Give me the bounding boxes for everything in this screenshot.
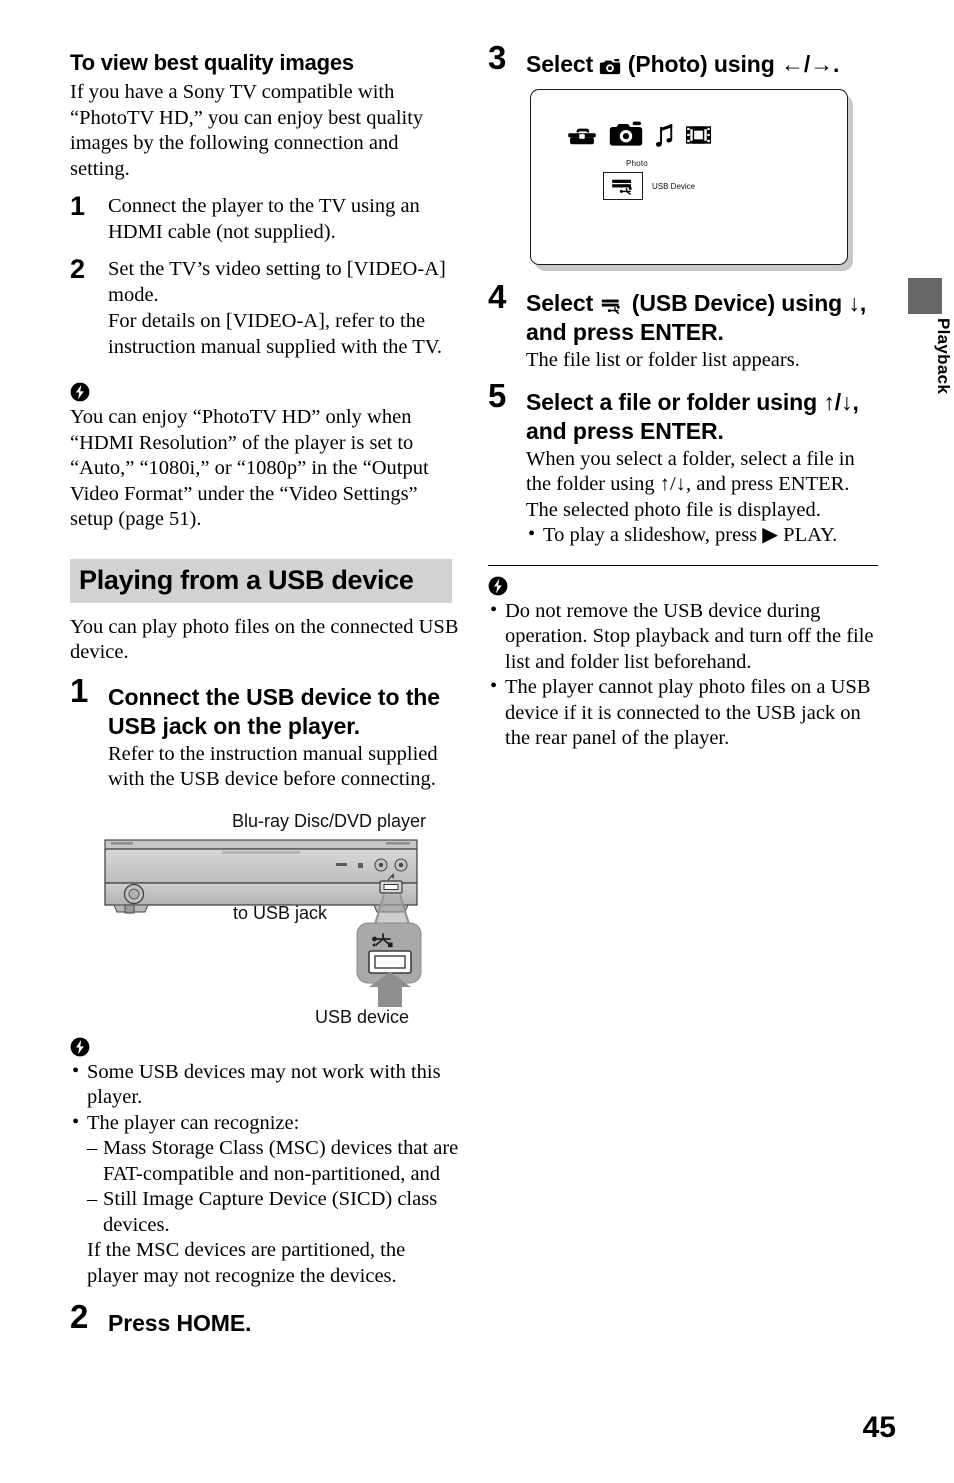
photo-camera-icon[interactable]: [608, 120, 644, 147]
note-block-2: Some USB devices may not work with this …: [70, 1037, 460, 1290]
photo-menu-label: Photo: [626, 159, 648, 168]
step-item: 3 Select (Photo) using ←/→.: [488, 41, 878, 79]
diagram-caption-device: USB device: [315, 1006, 410, 1027]
photo-camera-icon: [600, 59, 621, 75]
section-intro: You can play photo files on the connecte…: [70, 615, 459, 664]
step-heading: Select (Photo) using ←/→.: [526, 50, 878, 79]
list-item: The player can recognize: Mass Storage C…: [70, 1110, 460, 1290]
note-block-3: Do not remove the USB device during oper…: [488, 576, 878, 752]
note-text: Do not remove the USB device during oper…: [505, 599, 874, 673]
toolbox-icon[interactable]: [567, 125, 597, 147]
note-list: Do not remove the USB device during oper…: [488, 598, 878, 752]
step-text: Refer to the instruction manual supplied…: [108, 742, 438, 791]
home-menu-icons: [567, 120, 712, 147]
subsection-title: To view best quality images: [70, 50, 354, 75]
step-bullet-list: To play a slideshow, press ▶ PLAY.: [526, 522, 878, 549]
section-header-label: Playing from a USB device: [79, 565, 414, 595]
side-tab-label: Playback: [934, 318, 953, 395]
step-heading-pre: Select: [526, 51, 594, 77]
tv-screen: Photo USB Device: [530, 89, 848, 265]
list-item: Some USB devices may not work with this …: [70, 1059, 460, 1111]
manual-page: To view best quality images If you have …: [0, 0, 954, 1483]
step-heading-keys: ←/→.: [780, 51, 840, 77]
note-subitem: Mass Storage Class (MSC) devices that ar…: [87, 1136, 460, 1187]
step-number: 2: [70, 1298, 89, 1335]
note-block-1: You can enjoy “PhotoTV HD” only when “HD…: [70, 382, 460, 533]
step-item: 1 Connect the USB device to the USB jack…: [70, 674, 460, 793]
usb-connection-diagram: Blu-ray Disc/DVD player to USB jack USB …: [70, 811, 452, 1033]
list-item: Do not remove the USB device during oper…: [488, 598, 878, 676]
diagram-caption-player: Blu-ray Disc/DVD player: [232, 810, 427, 831]
section-header: Playing from a USB device: [70, 558, 452, 603]
right-column: 3 Select (Photo) using ←/→. Photo USB De…: [488, 41, 878, 752]
usb-device-icon: [602, 299, 624, 314]
step-heading-pre: Select: [526, 290, 594, 316]
list-item: To play a slideshow, press ▶ PLAY.: [526, 522, 878, 549]
note-tail: If the MSC devices are partitioned, the …: [87, 1239, 406, 1287]
diagram-caption-jack: to USB jack: [233, 902, 328, 923]
usb-device-icon[interactable]: [603, 172, 643, 200]
note-subitem: Still Image Capture Device (SICD) class …: [87, 1187, 460, 1238]
usb-device-glyph: [612, 179, 635, 195]
step-text: Connect the player to the TV using an HD…: [108, 195, 420, 243]
page-number: 45: [862, 1411, 896, 1444]
intro-paragraph: If you have a Sony TV compatible with “P…: [70, 81, 424, 180]
step-subtext: For details on [VIDEO-A], refer to the i…: [108, 310, 443, 358]
step-text: When you select a folder, select a file …: [526, 447, 855, 521]
note-bolt-icon: [488, 576, 508, 595]
step-item: 2 Set the TV’s video setting to [VIDEO-A…: [70, 254, 460, 360]
tv-screen-mock: Photo USB Device: [530, 89, 853, 271]
music-note-icon[interactable]: [655, 123, 674, 147]
step-number: 5: [488, 376, 507, 414]
step-heading: Press HOME.: [108, 1310, 252, 1336]
note-list: Some USB devices may not work with this …: [70, 1059, 460, 1290]
note-text: You can enjoy “PhotoTV HD” only when “HD…: [70, 406, 429, 530]
left-column: To view best quality images If you have …: [70, 50, 460, 1338]
step-item: 2 Press HOME.: [70, 1300, 460, 1338]
note-text: The player can recognize:: [87, 1111, 300, 1134]
list-item: The player cannot play photo files on a …: [488, 674, 878, 752]
step-number: 1: [70, 671, 89, 709]
side-tab-block: [908, 278, 942, 314]
note-divider: [488, 564, 878, 566]
step-heading: Select a file or folder using ↑/↓, and p…: [526, 388, 859, 444]
step-item: 4 Select (USB Device) using ↓, and press…: [488, 280, 878, 374]
note-bolt-icon: [70, 1037, 90, 1056]
step-text: The file list or folder list appears.: [526, 349, 800, 371]
step-item: 1 Connect the player to the TV using an …: [70, 191, 460, 245]
step-item: 5 Select a file or folder using ↑/↓, and…: [488, 379, 878, 549]
step-text: Set the TV’s video setting to [VIDEO-A] …: [108, 258, 446, 306]
step-heading-post: (Photo) using: [627, 51, 775, 77]
note-bolt-icon: [70, 382, 90, 402]
usb-device-menu-label: USB Device: [652, 181, 696, 191]
step-number: 3: [488, 39, 507, 76]
step-bullet-text: To play a slideshow, press ▶ PLAY.: [543, 524, 838, 546]
film-strip-icon[interactable]: [685, 123, 712, 147]
step-heading-post: (USB Device) using: [631, 290, 843, 316]
step-number: 4: [488, 278, 507, 315]
step-heading: Connect the USB device to the USB jack o…: [108, 683, 440, 739]
note-text: The player cannot play photo files on a …: [505, 676, 871, 749]
usb-device-menu-row[interactable]: USB Device: [603, 172, 695, 200]
step-number: 1: [70, 191, 86, 221]
note-text: Some USB devices may not work with this …: [87, 1060, 441, 1109]
step-heading: Select (USB Device) using ↓, and press E…: [526, 289, 878, 347]
step-number: 2: [70, 254, 86, 284]
